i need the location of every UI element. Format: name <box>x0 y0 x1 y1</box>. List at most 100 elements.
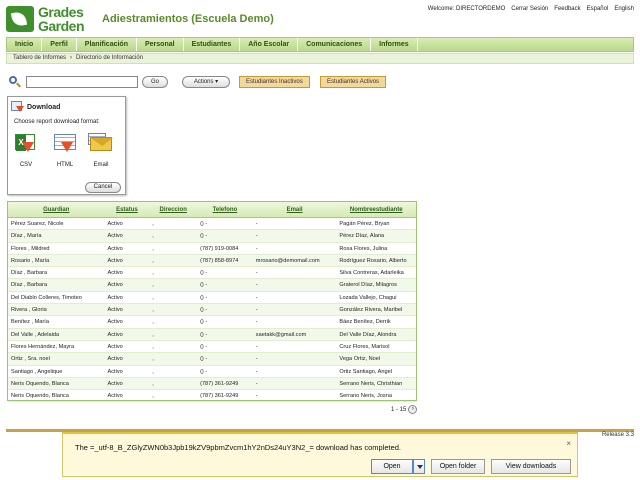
nav-inicio[interactable]: Inicio <box>7 38 43 51</box>
header-email[interactable]: Email <box>253 202 337 217</box>
cell-nombreestudiante: González Rivera, Maribel <box>339 307 403 314</box>
cell-direccion: , <box>152 380 154 387</box>
actions-button[interactable]: Actions ▾ <box>182 76 231 88</box>
cell-nombreestudiante: Rosa Flores, Julina <box>339 245 388 252</box>
search-icon <box>8 75 22 89</box>
cell-estatus: Activo <box>107 319 123 326</box>
next-page-icon[interactable]: › <box>408 405 418 414</box>
csv-option[interactable]: X CSV <box>12 133 40 168</box>
cell-estatus: Activo <box>107 331 123 338</box>
cell-telefono: (787) 858-8974 <box>200 257 239 264</box>
breadcrumb-reports-board[interactable]: Tablero de Informes <box>13 54 66 63</box>
cell-estatus: Activo <box>107 294 123 301</box>
table-row[interactable]: Flores , Mildred Activo, (787) 919-0084 - Ro… <box>8 243 416 255</box>
cell-estatus: Activo <box>107 221 123 227</box>
search-input[interactable] <box>26 76 138 88</box>
breadcrumb-current: Directorio de Información <box>76 55 144 61</box>
logout-link[interactable]: Cerrar Sesión <box>511 6 548 12</box>
nav-comunicaciones[interactable]: Comunicaciones <box>298 38 372 51</box>
nav-personal[interactable]: Personal <box>137 38 184 51</box>
cell-telefono: () - <box>200 331 208 338</box>
cell-estatus: Activo <box>107 270 123 277</box>
feedback-link[interactable]: Feedback <box>554 6 580 12</box>
cell-email: - <box>255 380 258 387</box>
spanish-link[interactable]: Español <box>587 6 609 12</box>
cell-email: - <box>255 294 258 301</box>
leaf-logo-icon <box>6 6 34 32</box>
cell-guardian: Ortiz , Sra. noel <box>11 356 50 363</box>
cell-guardian: Díaz , Barbara <box>11 282 48 289</box>
table-row[interactable]: Rosario , María Activo, (787) 858-8974 mros… <box>8 254 416 268</box>
cell-email: - <box>255 393 258 400</box>
app-header: Grades Garden Adiestramientos (Escuela D… <box>0 0 640 38</box>
cell-guardian: Neris Oquendo, Blanca <box>11 380 69 387</box>
main-nav: Inicio Perfil Planificación Personal Est… <box>6 37 634 52</box>
cell-telefono: () - <box>200 356 208 363</box>
browser-download-bar: The =_utf-8_B_ZGlyZWN0b3Jpb19kZV9pbmZvcm… <box>62 432 578 477</box>
cell-nombreestudiante: Pérez Díaz, Alana <box>339 233 385 240</box>
cell-guardian: Díaz , María <box>11 233 42 240</box>
table-row[interactable]: Santiago , Angelique Activo, () - - Ortiz Sa… <box>8 366 416 378</box>
grades-garden-logo[interactable]: Grades Garden <box>6 4 94 36</box>
nav-perfil[interactable]: Perfil <box>42 38 77 51</box>
inactive-students-button[interactable]: Estudiantes Inactivos <box>239 76 310 88</box>
cell-email: - <box>255 233 258 240</box>
download-title: Download <box>27 103 61 111</box>
cell-guardian: Del Diablo Colleres, Timoteo <box>11 294 82 301</box>
breadcrumb-separator: › <box>70 55 73 61</box>
cell-guardian: Díaz , Barbara <box>11 270 48 277</box>
cell-email: - <box>255 307 258 314</box>
nav-ano-escolar[interactable]: Año Escolar <box>240 38 299 51</box>
nav-planificacion[interactable]: Planificación <box>77 38 137 51</box>
go-button[interactable]: Go <box>142 76 169 88</box>
table-row[interactable]: Neris Oquendo, Blanca Activo, (787) 361-92… <box>8 390 416 403</box>
table-row[interactable]: Del Diablo Colleres, Timoteo Activo, () - -… <box>8 292 416 305</box>
table-row[interactable]: Ortiz , Sra. noel Activo, () - - Vega Ortiz,… <box>8 353 416 366</box>
csv-label: CSV <box>19 162 33 168</box>
table-row[interactable]: Díaz , Barbara Activo, () - - Silva Contrera… <box>8 267 416 280</box>
active-students-button[interactable]: Estudiantes Activos <box>320 76 387 88</box>
cell-nombreestudiante: Pagán Pérez, Bryan <box>339 221 390 227</box>
header-telefono[interactable]: Telefono <box>197 202 253 217</box>
email-envelope-icon <box>88 133 114 155</box>
table-row[interactable]: Del Valle , Adelaida Activo, () - saetakk@g… <box>8 328 416 341</box>
open-options-chevron-icon[interactable] <box>413 459 425 474</box>
open-button[interactable]: Open <box>371 459 413 474</box>
cell-nombreestudiante: Ortiz Santiago, Angel <box>339 368 392 375</box>
cell-nombreestudiante: Vega Ortiz, Noel <box>339 356 381 363</box>
header-estatus[interactable]: Estatus <box>105 202 150 217</box>
header-nombreestudiante[interactable]: Nombreestudiante <box>336 202 416 217</box>
table-row[interactable]: Díaz , María Activo, () - - Pérez Díaz, Alan… <box>8 230 416 243</box>
cell-direccion: , <box>152 393 154 400</box>
table-row[interactable]: Benítez , María Activo, () - - Báez Benítez,… <box>8 316 416 329</box>
table-row[interactable]: Rivera , Gloria Activo, () - - González Rive… <box>8 304 416 317</box>
nav-informes[interactable]: Informes <box>371 38 418 51</box>
cell-guardian: Flores , Mildred <box>11 245 50 252</box>
header-direccion[interactable]: Direccion <box>149 202 197 217</box>
cell-direccion: , <box>152 319 154 326</box>
table-row[interactable]: Flores Hernández, Mayra Activo, () - - Cruz … <box>8 341 416 354</box>
table-row[interactable]: Pérez Suarez, Nicole Activo, () - - Pagán Pé… <box>8 218 416 231</box>
html-option[interactable]: HTML <box>51 133 79 168</box>
cell-guardian: Santiago , Angelique <box>11 368 63 375</box>
nav-estudiantes[interactable]: Estudiantes <box>184 38 241 51</box>
csv-file-icon: X <box>13 133 39 155</box>
table-body: Pérez Suarez, Nicole Activo, () - - Pagán Pé… <box>8 218 416 403</box>
open-folder-button[interactable]: Open folder <box>431 459 485 474</box>
view-downloads-button[interactable]: View downloads <box>491 459 571 474</box>
cell-nombreestudiante: Serrano Neris, Josna <box>339 393 392 400</box>
pager-range: 1 - 15 <box>391 406 407 413</box>
table-row[interactable]: Neris Oquendo, Blanca Activo, (787) 361-92… <box>8 377 416 391</box>
cancel-button[interactable]: Cancel <box>85 182 121 193</box>
cell-telefono: () - <box>200 368 208 375</box>
cell-guardian: Del Valle , Adelaida <box>11 331 60 338</box>
cell-nombreestudiante: Serrano Neris, Christhian <box>339 380 403 387</box>
english-link[interactable]: English <box>614 6 634 12</box>
cell-telefono: (787) 919-0084 <box>200 245 239 252</box>
cell-estatus: Activo <box>107 257 123 264</box>
header-guardian[interactable]: Guardian <box>8 202 105 217</box>
cell-telefono: () - <box>200 270 208 277</box>
table-row[interactable]: Díaz , Barbara Activo, () - - Graterol Díaz,… <box>8 279 416 292</box>
email-option[interactable]: Email <box>87 133 115 168</box>
close-icon[interactable]: × <box>566 439 571 448</box>
